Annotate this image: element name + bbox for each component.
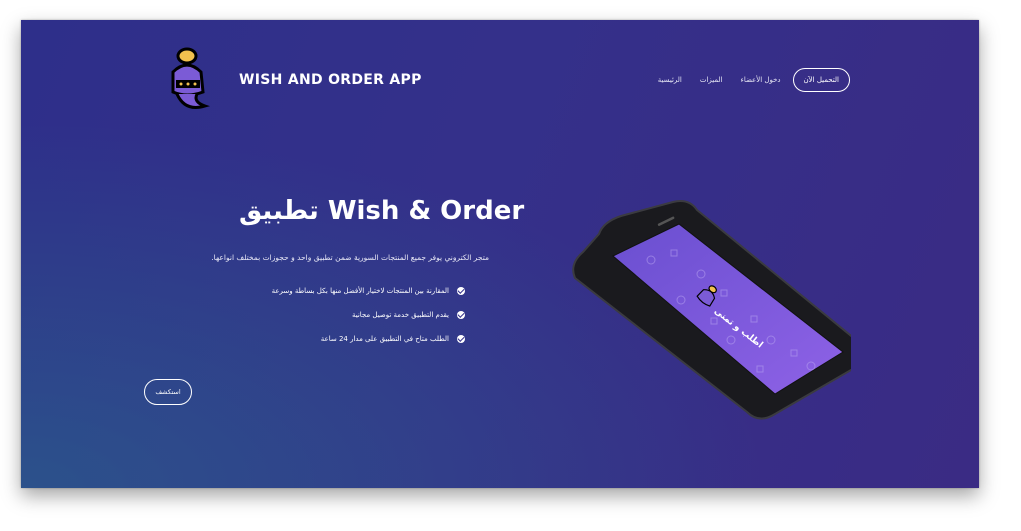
nav-link-members-login[interactable]: دخول الأعضاء [741,76,781,84]
landing-page: WISH AND ORDER APP التحميل الآن دخول الأ… [21,20,979,488]
discover-button[interactable]: استكشف [144,379,192,405]
brand-name[interactable]: WISH AND ORDER APP [239,72,422,88]
feature-list: المقارنة بين المنتجات لاختيار الأفضل منه… [251,279,465,351]
check-circle-icon [457,335,465,343]
genie-logo-icon[interactable] [163,44,213,116]
check-circle-icon [457,311,465,319]
list-item: الطلب متاح في التطبيق على مدار 24 ساعة [251,327,465,351]
check-circle-icon [457,287,465,295]
feature-text: المقارنة بين المنتجات لاختيار الأفضل منه… [271,287,449,295]
feature-text: الطلب متاح في التطبيق على مدار 24 ساعة [320,335,449,343]
nav-link-home[interactable]: الرئيسية [658,76,682,84]
list-item: يقدم التطبيق خدمة توصيل مجانية [251,303,465,327]
nav-link-features[interactable]: الميزات [700,76,723,84]
hero-title: تطبيق Wish & Order [239,196,525,226]
phone-mockup: اطلب و تمنى [561,190,864,430]
download-now-button[interactable]: التحميل الآن [792,68,850,92]
feature-text: يقدم التطبيق خدمة توصيل مجانية [351,311,449,319]
top-nav: التحميل الآن دخول الأعضاء الميزات الرئيس… [640,68,850,92]
list-item: المقارنة بين المنتجات لاختيار الأفضل منه… [251,279,465,303]
hero-description: متجر الكتروني يوفر جميع المنتجات السورية… [211,253,489,262]
